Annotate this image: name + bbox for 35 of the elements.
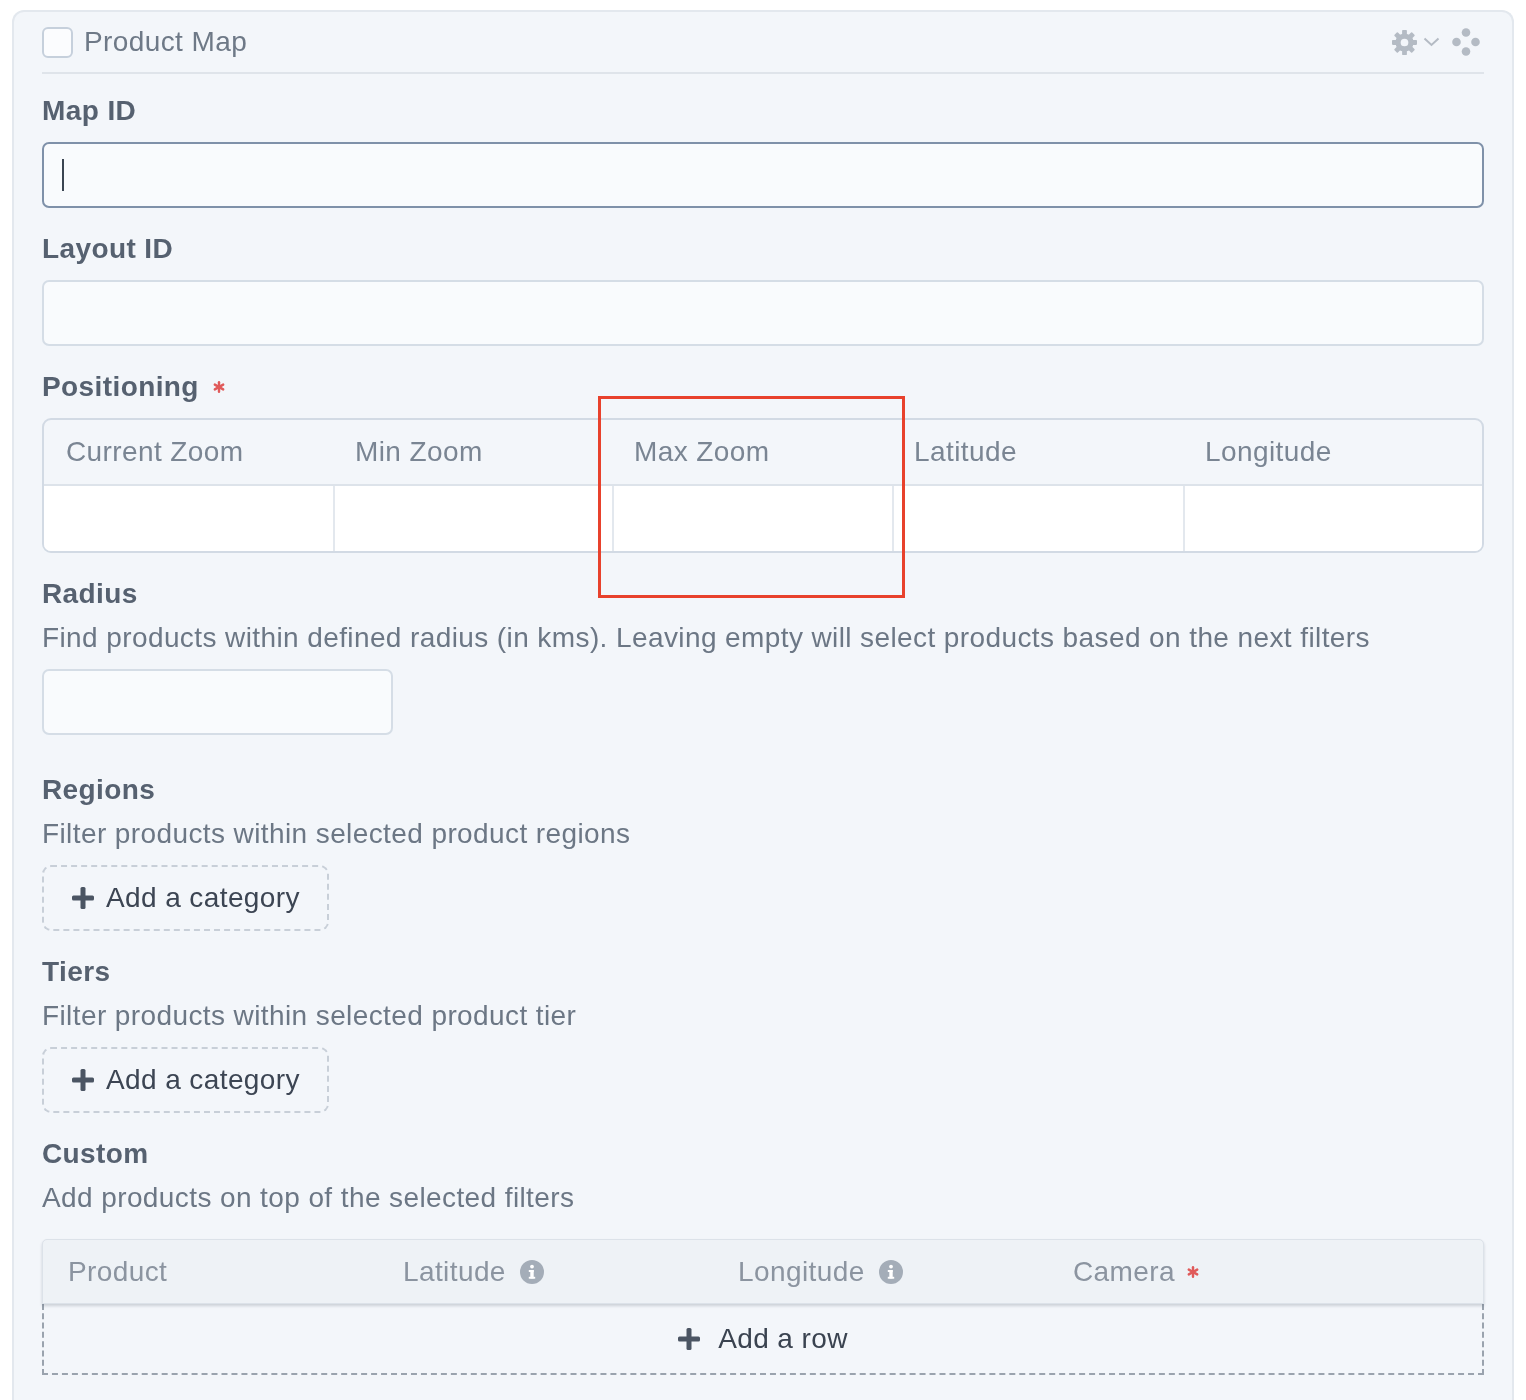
column-header: Longitude xyxy=(738,1255,865,1288)
drag-handle-icon[interactable] xyxy=(1452,28,1480,56)
column-header: Latitude xyxy=(914,436,1017,468)
field-label: Layout ID xyxy=(42,232,174,266)
field-description: Filter products within selected product tier xyxy=(42,999,578,1033)
add-row-button[interactable]: Add a row xyxy=(42,1304,1484,1375)
plus-icon xyxy=(678,1327,701,1350)
field-label: Positioning xyxy=(42,370,199,404)
field-label: Regions xyxy=(42,773,156,807)
field-description: Add products on top of the selected filters xyxy=(42,1181,576,1215)
column-header: Current Zoom xyxy=(66,436,244,468)
checkbox[interactable] xyxy=(42,26,73,58)
field-label: Custom xyxy=(42,1137,149,1171)
panel-title: Product Map xyxy=(84,25,248,59)
field-description: Find products within defined radius (in kms). Leaving empty will select products based on the next filters xyxy=(42,621,1371,655)
column-header: Product xyxy=(68,1255,168,1288)
field-description: Filter products within selected product regions xyxy=(42,817,632,851)
settings-icon[interactable] xyxy=(1392,29,1417,55)
input-field[interactable] xyxy=(42,142,1484,208)
text-cursor xyxy=(62,159,64,191)
column-header: Longitude xyxy=(1205,436,1332,468)
add-category-button[interactable]: Add a category xyxy=(42,1047,329,1113)
plus-icon xyxy=(72,1069,94,1091)
column-header: Latitude xyxy=(403,1255,506,1288)
field-label: Radius xyxy=(42,577,138,611)
field-label: Map ID xyxy=(42,94,137,128)
field-label: Tiers xyxy=(42,955,111,989)
column-header: Camera xyxy=(1073,1255,1175,1288)
plus-icon xyxy=(72,887,94,909)
info-icon[interactable] xyxy=(519,1259,544,1284)
caret-icon[interactable] xyxy=(1423,37,1440,47)
column-header: Min Zoom xyxy=(355,436,483,468)
add-category-button[interactable]: Add a category xyxy=(42,865,329,931)
info-icon[interactable] xyxy=(878,1259,903,1284)
column-header: Max Zoom xyxy=(634,436,770,468)
